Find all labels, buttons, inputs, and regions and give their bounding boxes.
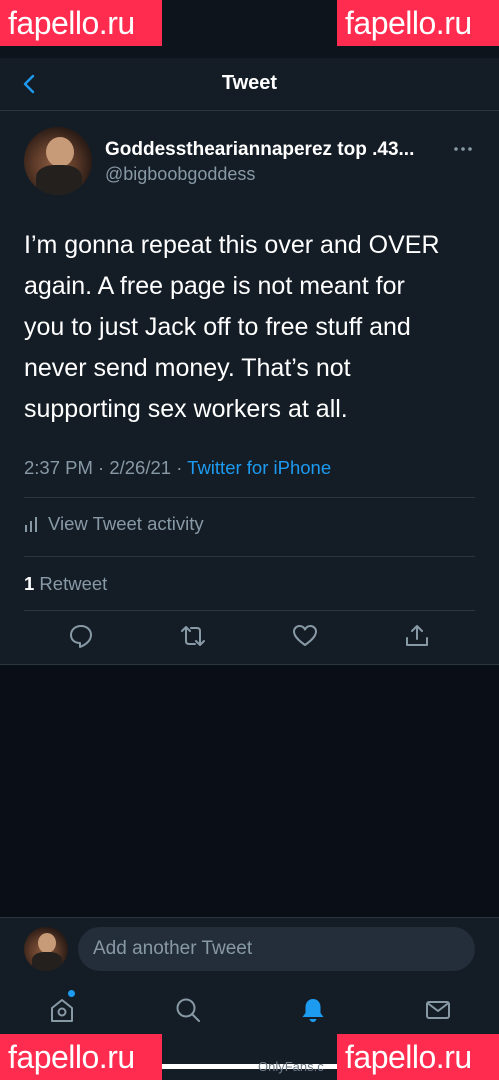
add-tweet-input[interactable] [78,927,475,971]
retweet-count: 1 [24,573,35,594]
bar-chart-icon [25,517,37,532]
tweet-text: I’m gonna repeat this over and OVER agai… [24,225,479,430]
user-handle[interactable]: @bigboobgoddess [105,164,255,185]
tweet-detail: Goddessthеariannaperez top .43... @bigbo… [0,111,499,665]
nav-header: Tweet [0,58,499,111]
retweet-count-link[interactable]: 1 Retweet [24,573,107,595]
reply-icon[interactable] [68,623,94,649]
reply-bar [0,917,499,980]
avatar[interactable] [24,127,92,195]
divider [24,610,475,611]
tweet-timestamp: 2:37 PM · 2/26/21 · Twitter for iPhone [24,457,331,479]
share-icon[interactable] [404,623,430,649]
avatar-body-shape [32,952,62,971]
divider [24,497,475,498]
notification-dot [68,990,75,997]
page-title: Tweet [221,72,278,94]
watermark-bottom-left: fapello.ru [0,1034,162,1080]
tweet-text-line: supporting sex workers at all. [24,395,348,423]
retweet-icon[interactable] [180,623,206,649]
like-heart-icon[interactable] [292,623,318,649]
view-activity-label: View Tweet activity [48,513,204,534]
notifications-bell-icon[interactable] [299,996,327,1024]
tweet-source-link[interactable]: Twitter for iPhone [187,457,331,478]
bottom-caption: OnlyFans.c [258,1059,324,1074]
tweet-text-line: you to just Jack off to free stuff and [24,313,411,341]
tweet-text-line: I’m gonna repeat this over and OVER [24,231,440,259]
divider [24,556,475,557]
messages-mail-icon[interactable] [424,996,452,1024]
display-name[interactable]: Goddessthеariannaperez top .43... [105,139,414,161]
tweet-text-line: again. A free page is not meant for [24,272,405,300]
view-activity-button[interactable]: View Tweet activity [24,513,204,535]
watermark-top-right: fapello.ru [337,0,499,46]
avatar-face-shape [38,933,56,953]
avatar-body-shape [36,165,82,195]
screen: fapello.ru fapello.ru Tweet Goddessthеar… [0,0,499,1080]
home-tab-icon[interactable] [48,996,76,1024]
watermark-bottom-right: fapello.ru [337,1034,499,1080]
tweet-time: 2:37 PM · 2/26/21 · [24,457,188,478]
retweet-label: Retweet [34,573,108,594]
search-tab-icon[interactable] [174,996,202,1024]
avatar-face-shape [46,137,74,167]
more-options-icon[interactable] [452,139,474,159]
empty-area [0,665,499,917]
tweet-actions [0,623,499,653]
reply-avatar [24,927,68,971]
watermark-top-left: fapello.ru [0,0,162,46]
tweet-text-line: never send money. That’s not [24,354,351,382]
